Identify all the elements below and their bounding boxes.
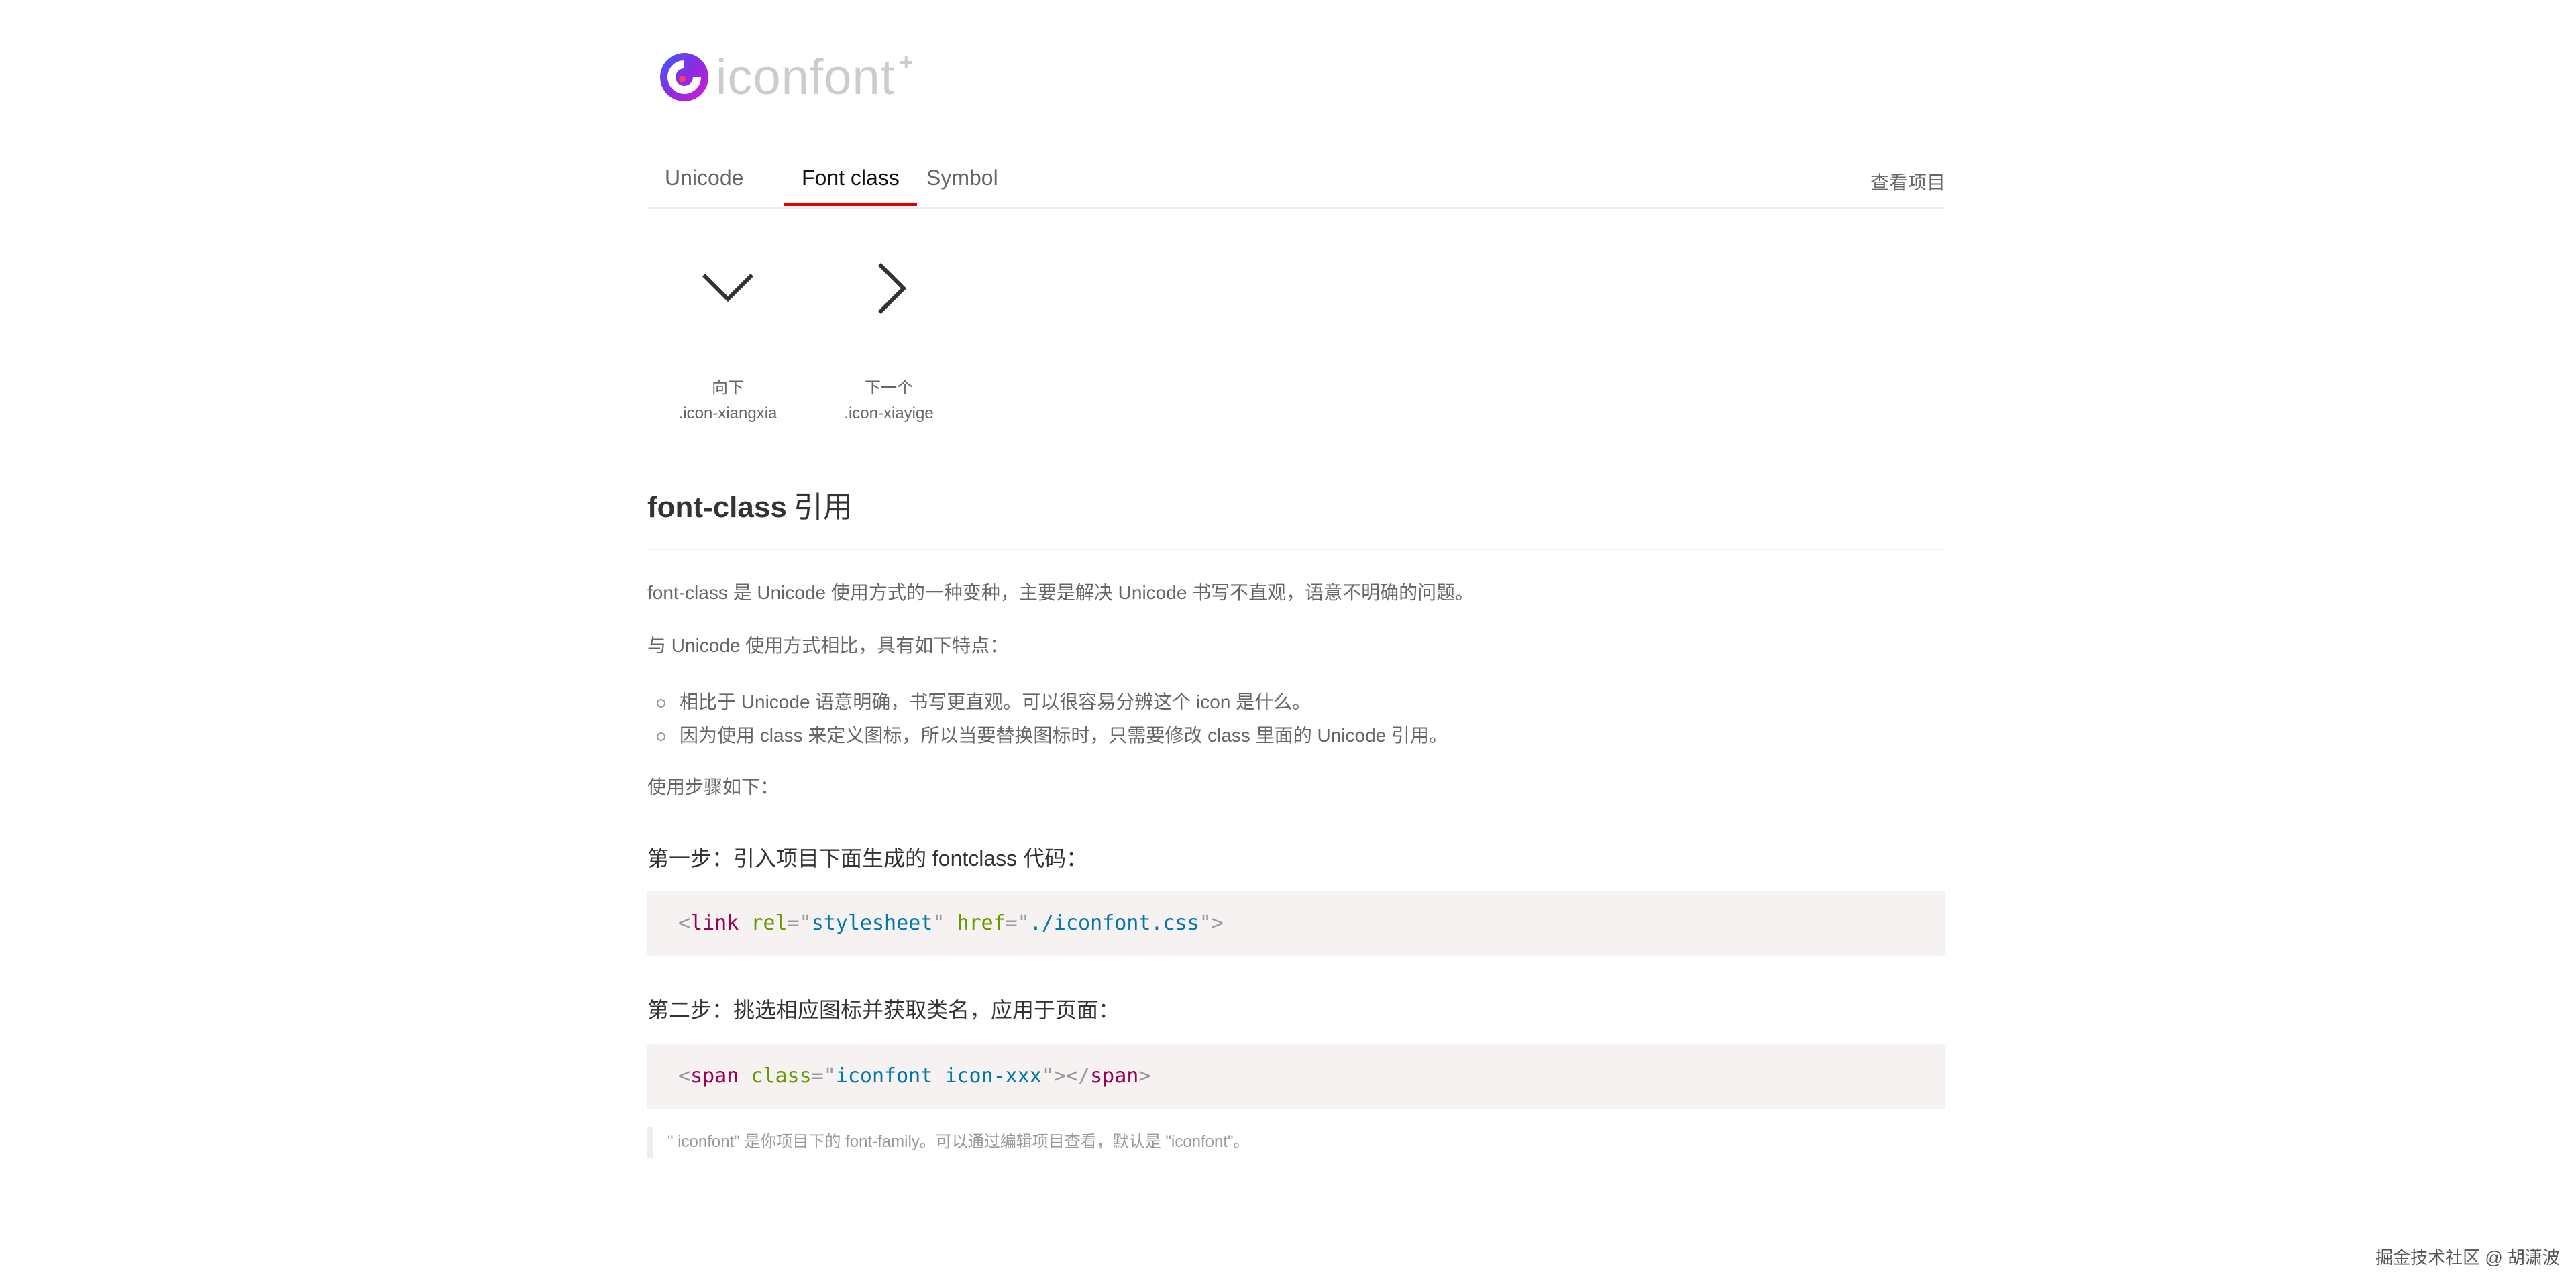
tab-symbol[interactable]: Symbol <box>909 164 1016 206</box>
icon-class-name: .icon-xiangxia <box>678 404 777 423</box>
code-block-span[interactable]: <span class="iconfont icon-xxx"></span> <box>647 1044 1945 1109</box>
icon-name: 向下 <box>712 379 744 397</box>
compare-paragraph: 与 Unicode 使用方式相比，具有如下特点： <box>647 635 1009 656</box>
icon-name: 下一个 <box>865 379 913 397</box>
logo-plus: + <box>899 48 914 76</box>
note-blockquote: " iconfont" 是你项目下的 font-family。可以通过编辑项目查… <box>647 1127 1250 1158</box>
intro-paragraph: font-class 是 Unicode 使用方式的一种变种，主要是解决 Uni… <box>647 582 1474 603</box>
icon-class-name: .icon-xiayige <box>844 404 934 423</box>
view-project-link[interactable]: 查看项目 <box>1870 168 1945 195</box>
page: iconfont + Unicode Font class Symbol 查看项… <box>0 0 2576 1285</box>
icon-card-xiangxia[interactable]: 向下 .icon-xiangxia <box>647 241 808 429</box>
watermark: 掘金技术社区 @ 胡潇波 <box>2375 1247 2560 1268</box>
steps-intro: 使用步骤如下： <box>647 777 780 797</box>
section-title-en: font-class <box>647 491 787 524</box>
chevron-down-icon <box>647 241 808 335</box>
tab-unicode[interactable]: Unicode <box>647 164 761 206</box>
tab-font-class[interactable]: Font class <box>784 164 917 206</box>
icon-grid: 向下 .icon-xiangxia 下一个 .icon-xiayige <box>647 241 1945 443</box>
section-title-zh: 引用 <box>793 491 853 524</box>
code-block-link[interactable]: <link rel="stylesheet" href="./iconfont.… <box>647 891 1945 956</box>
step-2-heading: 第二步：挑选相应图标并获取类名，应用于页面： <box>647 998 1120 1022</box>
section-title: font-class 引用 <box>647 483 1945 550</box>
icon-card-xiayige[interactable]: 下一个 .icon-xiayige <box>808 241 969 429</box>
logo-text: iconfont <box>716 49 896 105</box>
feature-list: 相比于 Unicode 语意明确，书写更直观。可以很容易分辨这个 icon 是什… <box>647 685 1448 752</box>
list-item: 因为使用 class 来定义图标，所以当要替换图标时，只需要修改 class 里… <box>647 719 1448 752</box>
list-item: 相比于 Unicode 语意明确，书写更直观。可以很容易分辨这个 icon 是什… <box>647 685 1448 719</box>
chevron-right-icon <box>808 241 969 335</box>
step-1-heading: 第一步：引入项目下面生成的 fontclass 代码： <box>647 846 1088 871</box>
tab-bar: Unicode Font class Symbol 查看项目 <box>647 151 1945 209</box>
iconfont-logo-icon <box>660 53 708 101</box>
iconfont-logo[interactable]: iconfont + <box>647 47 913 107</box>
